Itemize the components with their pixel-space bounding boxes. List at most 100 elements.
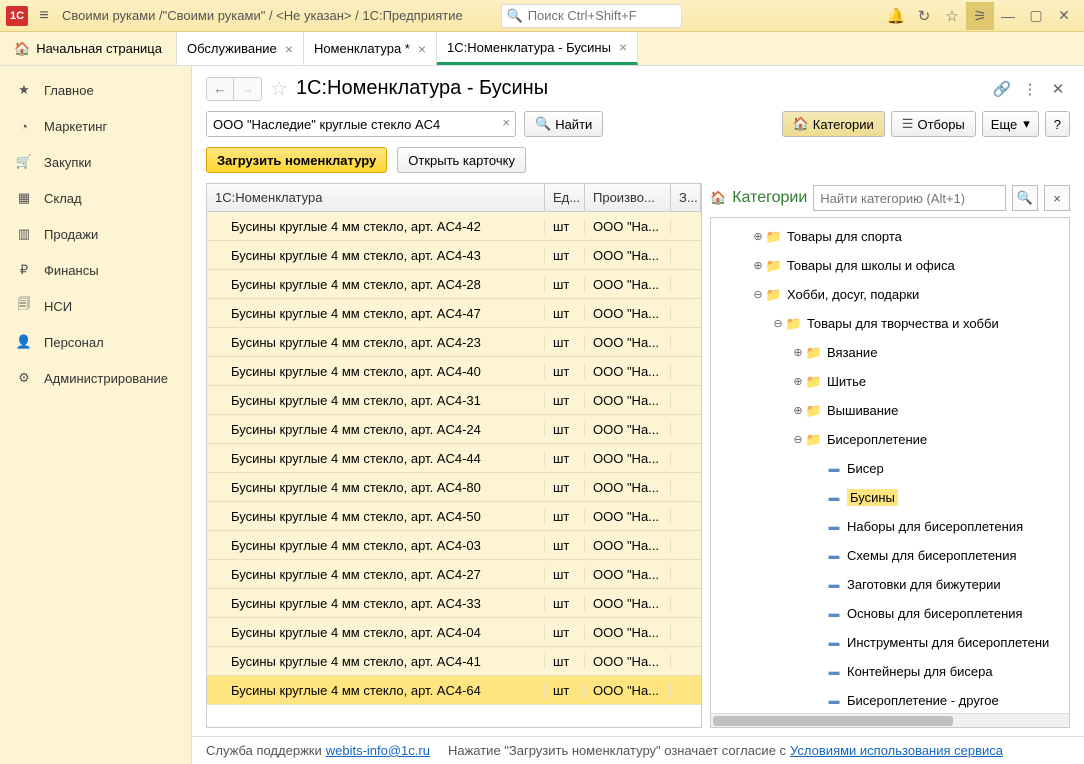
table-body[interactable]: Бусины круглые 4 мм стекло, арт. AC4-42ш… xyxy=(207,212,701,727)
forward-button[interactable]: → xyxy=(234,77,262,101)
categories-toggle[interactable]: 🏠 Категории xyxy=(782,111,885,137)
table-row[interactable]: Бусины круглые 4 мм стекло, арт. AC4-50ш… xyxy=(207,502,701,531)
tree-node[interactable]: ⊕📁Вязание xyxy=(711,338,1069,367)
expander-icon[interactable]: ⊕ xyxy=(791,375,805,388)
back-button[interactable]: ← xyxy=(206,77,234,101)
tree-node[interactable]: ▬Бисероплетение - другое xyxy=(711,686,1069,713)
close-icon[interactable]: × xyxy=(285,41,293,57)
tab[interactable]: Обслуживание × xyxy=(177,32,304,65)
sidebar-item[interactable]: ▦Склад xyxy=(0,180,191,216)
tree-node[interactable]: ▬Наборы для бисероплетения xyxy=(711,512,1069,541)
expander-icon[interactable]: ⊖ xyxy=(791,433,805,446)
tab-label: Обслуживание xyxy=(187,41,277,56)
filter-icon[interactable]: ⚞ xyxy=(966,2,994,30)
expander-icon[interactable]: ⊕ xyxy=(751,259,765,272)
tree-hscrollbar[interactable] xyxy=(711,713,1069,727)
search-input[interactable] xyxy=(206,111,516,137)
tree-node[interactable]: ▬Бусины xyxy=(711,483,1069,512)
th-name[interactable]: 1С:Номенклатура xyxy=(207,184,545,211)
kebab-icon[interactable]: ⋮ xyxy=(1018,80,1042,98)
category-search-input[interactable] xyxy=(813,185,1006,211)
support-link[interactable]: webits-info@1c.ru xyxy=(326,743,430,758)
sidebar-item[interactable]: ₽Финансы xyxy=(0,252,191,288)
history-icon[interactable]: ↻ xyxy=(910,2,938,30)
close-button[interactable]: ✕ xyxy=(1050,2,1078,30)
expander-icon[interactable]: ⊕ xyxy=(751,230,765,243)
sidebar-item[interactable]: 👤Персонал xyxy=(0,324,191,360)
more-label: Еще xyxy=(991,117,1017,132)
table-row[interactable]: Бусины круглые 4 мм стекло, арт. AC4-04ш… xyxy=(207,618,701,647)
tree-node[interactable]: ▬Основы для бисероплетения xyxy=(711,599,1069,628)
tree-node[interactable]: ⊕📁Товары для школы и офиса xyxy=(711,251,1069,280)
tree-node[interactable]: ▬Инструменты для бисероплетени xyxy=(711,628,1069,657)
table-row[interactable]: Бусины круглые 4 мм стекло, арт. AC4-43ш… xyxy=(207,241,701,270)
table-row[interactable]: Бусины круглые 4 мм стекло, арт. AC4-23ш… xyxy=(207,328,701,357)
favorite-icon[interactable]: ☆ xyxy=(270,76,288,101)
close-icon[interactable]: × xyxy=(619,39,627,55)
link-icon[interactable]: 🔗 xyxy=(990,80,1014,98)
tree-node[interactable]: ⊕📁Товары для спорта xyxy=(711,222,1069,251)
global-search-input[interactable] xyxy=(501,4,682,28)
category-search-button[interactable]: 🔍 xyxy=(1012,185,1038,211)
sidebar-item[interactable]: ★Главное xyxy=(0,72,191,108)
expander-icon[interactable]: ⊖ xyxy=(751,288,765,301)
tree-node[interactable]: ▬Бисер xyxy=(711,454,1069,483)
expander-icon[interactable]: ⊕ xyxy=(791,346,805,359)
open-card-button[interactable]: Открыть карточку xyxy=(397,147,526,173)
table-row[interactable]: Бусины круглые 4 мм стекло, арт. AC4-47ш… xyxy=(207,299,701,328)
sidebar-item[interactable]: ▥Продажи xyxy=(0,216,191,252)
table-row[interactable]: Бусины круглые 4 мм стекло, арт. AC4-28ш… xyxy=(207,270,701,299)
maximize-button[interactable]: ▢ xyxy=(1022,2,1050,30)
tree-node[interactable]: ▬Схемы для бисероплетения xyxy=(711,541,1069,570)
more-button[interactable]: Еще ▾ xyxy=(982,111,1039,137)
bell-icon[interactable]: 🔔 xyxy=(882,2,910,30)
menu-icon: ◔ xyxy=(14,119,34,134)
close-icon[interactable]: × xyxy=(418,41,426,57)
cell-unit: шт xyxy=(545,538,585,553)
th-last[interactable]: З... xyxy=(671,184,701,211)
sidebar-item[interactable]: 🗐НСИ xyxy=(0,288,191,324)
tree-node[interactable]: ⊖📁Товары для творчества и хобби xyxy=(711,309,1069,338)
star-icon[interactable]: ☆ xyxy=(938,2,966,30)
tree-node[interactable]: ▬Заготовки для бижутерии xyxy=(711,570,1069,599)
table-row[interactable]: Бусины круглые 4 мм стекло, арт. AC4-64ш… xyxy=(207,676,701,705)
clear-search-icon[interactable]: × xyxy=(502,115,510,130)
terms-link[interactable]: Условиями использования сервиса xyxy=(790,743,1003,758)
sidebar-item[interactable]: ◔Маркетинг xyxy=(0,108,191,144)
table-row[interactable]: Бусины круглые 4 мм стекло, арт. AC4-33ш… xyxy=(207,589,701,618)
load-nomenclature-button[interactable]: Загрузить номенклатуру xyxy=(206,147,387,173)
sidebar-item[interactable]: ⚙Администрирование xyxy=(0,360,191,396)
expander-icon[interactable]: ⊖ xyxy=(771,317,785,330)
table-row[interactable]: Бусины круглые 4 мм стекло, арт. AC4-31ш… xyxy=(207,386,701,415)
table-row[interactable]: Бусины круглые 4 мм стекло, арт. AC4-03ш… xyxy=(207,531,701,560)
page-close-icon[interactable]: ✕ xyxy=(1046,80,1070,98)
help-button[interactable]: ? xyxy=(1045,111,1070,137)
table-row[interactable]: Бусины круглые 4 мм стекло, арт. AC4-44ш… xyxy=(207,444,701,473)
table-row[interactable]: Бусины круглые 4 мм стекло, арт. AC4-41ш… xyxy=(207,647,701,676)
minimize-button[interactable]: — xyxy=(994,2,1022,30)
th-unit[interactable]: Ед... xyxy=(545,184,585,211)
tab[interactable]: 1С:Номенклатура - Бусины× xyxy=(437,32,638,65)
category-clear-button[interactable]: × xyxy=(1044,185,1070,211)
expander-icon[interactable]: ⊕ xyxy=(791,404,805,417)
table-row[interactable]: Бусины круглые 4 мм стекло, арт. AC4-24ш… xyxy=(207,415,701,444)
tree-node[interactable]: ⊖📁Бисероплетение xyxy=(711,425,1069,454)
category-tree[interactable]: ⊕📁Товары для спорта⊕📁Товары для школы и … xyxy=(711,218,1069,713)
tree-node-label: Инструменты для бисероплетени xyxy=(847,635,1049,650)
table-row[interactable]: Бусины круглые 4 мм стекло, арт. AC4-27ш… xyxy=(207,560,701,589)
find-button[interactable]: 🔍 Найти xyxy=(524,111,603,137)
menu-icon: ₽ xyxy=(14,262,34,278)
hamburger-icon[interactable]: ≡ xyxy=(34,7,54,25)
th-producer[interactable]: Произво... xyxy=(585,184,671,211)
tab[interactable]: Номенклатура *× xyxy=(304,32,437,65)
sidebar-item[interactable]: 🛒Закупки xyxy=(0,144,191,180)
tree-node[interactable]: ⊕📁Шитье xyxy=(711,367,1069,396)
home-tab[interactable]: 🏠 Начальная страница xyxy=(0,32,177,65)
filters-toggle[interactable]: ☰ Отборы xyxy=(891,111,976,137)
tree-node[interactable]: ⊖📁Хобби, досуг, подарки xyxy=(711,280,1069,309)
table-row[interactable]: Бусины круглые 4 мм стекло, арт. AC4-42ш… xyxy=(207,212,701,241)
table-row[interactable]: Бусины круглые 4 мм стекло, арт. AC4-80ш… xyxy=(207,473,701,502)
tree-node[interactable]: ▬Контейнеры для бисера xyxy=(711,657,1069,686)
table-row[interactable]: Бусины круглые 4 мм стекло, арт. AC4-40ш… xyxy=(207,357,701,386)
tree-node[interactable]: ⊕📁Вышивание xyxy=(711,396,1069,425)
